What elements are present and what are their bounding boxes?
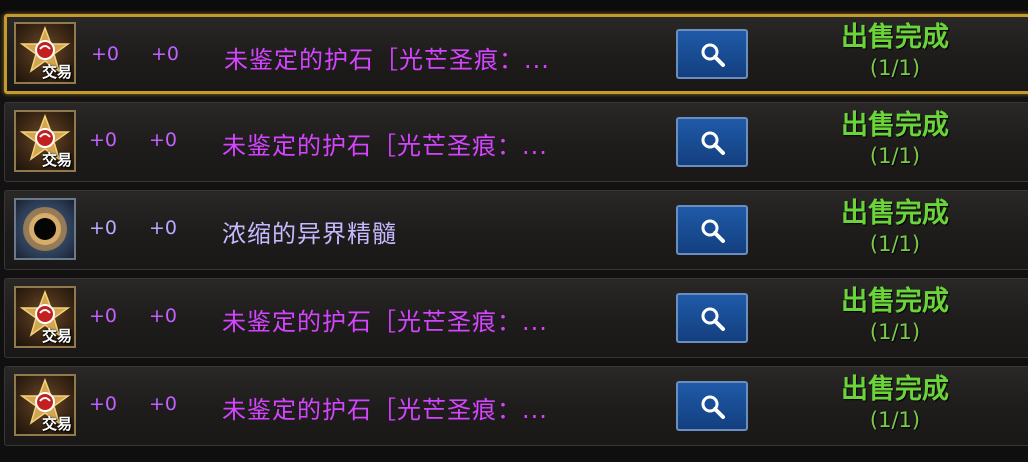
stat-value: +0 [149,129,178,151]
sold-count: (1/1) [869,232,921,256]
trade-tag: 交易 [41,151,72,169]
search-button[interactable] [676,29,748,79]
status-text: 出售完成 [841,198,949,229]
stat-value: +0 [89,217,118,239]
item-name[interactable]: 未鉴定的护石［光芒圣痕：... [222,126,548,161]
search-button[interactable] [676,117,748,167]
stat-value: +0 [89,129,118,151]
trade-tag: 交易 [41,63,72,81]
stat-value: +0 [149,305,178,327]
stat-value: +0 [89,393,118,415]
stat-value: +0 [149,393,178,415]
list-item[interactable]: 交易 +0 +0 未鉴定的护石［光芒圣痕：... 出售完成 (1/1) [4,366,1028,446]
item-name[interactable]: 浓缩的异界精髓 [222,214,397,249]
sale-status: 出售完成 (1/1) [825,373,965,433]
sold-count: (1/1) [869,320,921,344]
item-name[interactable]: 未鉴定的护石［光芒圣痕：... [224,40,550,75]
stat-value: +0 [149,217,178,239]
sale-status: 出售完成 (1/1) [825,197,965,257]
search-button[interactable] [676,205,748,255]
search-icon [701,395,725,419]
sale-status: 出售完成 (1/1) [825,109,965,169]
trade-tag: 交易 [41,415,72,433]
dark-orb-icon[interactable] [14,198,76,260]
status-text: 出售完成 [841,110,949,141]
star-emblem-icon[interactable]: 交易 [14,22,76,84]
search-icon [701,219,725,243]
list-item[interactable]: +0 +0 浓缩的异界精髓 出售完成 (1/1) [4,190,1028,270]
sold-count: (1/1) [869,144,921,168]
sale-status: 出售完成 (1/1) [825,21,965,81]
search-button[interactable] [676,381,748,431]
status-text: 出售完成 [841,286,949,317]
search-icon [701,131,725,155]
search-icon [701,307,725,331]
auction-sold-list-panel: 交易 +0 +0 未鉴定的护石［光芒圣痕：... 出售完成 (1/1) 交易 +… [0,0,1028,462]
top-divider [0,0,1028,14]
sale-status: 出售完成 (1/1) [825,285,965,345]
stat-value: +0 [151,43,180,65]
sold-count: (1/1) [869,408,921,432]
star-emblem-icon[interactable]: 交易 [14,374,76,436]
search-button[interactable] [676,293,748,343]
stat-value: +0 [91,43,120,65]
item-name[interactable]: 未鉴定的护石［光芒圣痕：... [222,302,548,337]
list-item[interactable]: 交易 +0 +0 未鉴定的护石［光芒圣痕：... 出售完成 (1/1) [4,102,1028,182]
sold-count: (1/1) [869,56,921,80]
stat-value: +0 [89,305,118,327]
star-emblem-icon[interactable]: 交易 [14,110,76,172]
trade-tag: 交易 [41,327,72,345]
star-emblem-icon[interactable]: 交易 [14,286,76,348]
list-item[interactable]: 交易 +0 +0 未鉴定的护石［光芒圣痕：... 出售完成 (1/1) [4,278,1028,358]
list-item[interactable]: 交易 +0 +0 未鉴定的护石［光芒圣痕：... 出售完成 (1/1) [4,14,1028,94]
sold-items-list: 交易 +0 +0 未鉴定的护石［光芒圣痕：... 出售完成 (1/1) 交易 +… [4,14,1028,454]
item-name[interactable]: 未鉴定的护石［光芒圣痕：... [222,390,548,425]
status-text: 出售完成 [841,374,949,405]
search-icon [701,43,725,67]
status-text: 出售完成 [841,22,949,53]
